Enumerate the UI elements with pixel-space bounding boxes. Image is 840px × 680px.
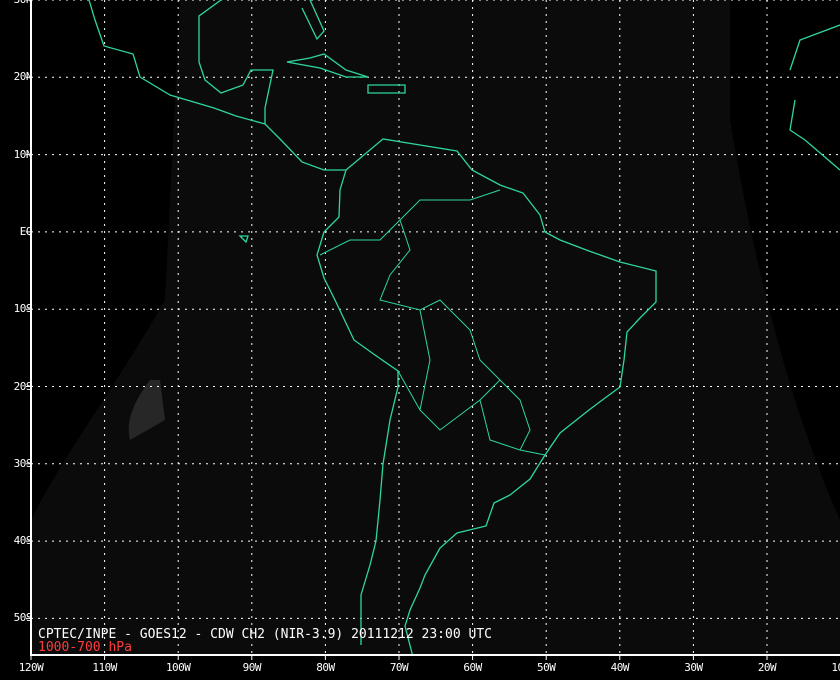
longitude-label: 110W [92, 661, 117, 674]
satellite-map [26, 0, 840, 660]
latitude-label: 50S [13, 611, 33, 625]
longitude-label: 20W [757, 661, 777, 674]
pressure-level-label: 1000-700 hPa [38, 640, 132, 655]
latitude-label: 10S [13, 302, 33, 316]
longitude-label: 80W [316, 661, 335, 674]
longitude-label: 100W [165, 661, 191, 674]
longitude-label: 70W [389, 661, 409, 674]
longitude-label: 10W [831, 661, 840, 674]
longitude-label: 30W [684, 661, 703, 674]
longitude-label: 50W [537, 661, 556, 674]
latitude-label: EQ [19, 224, 33, 238]
latitude-label: 30S [13, 456, 33, 470]
latitude-label: 10N [13, 147, 33, 161]
latitude-label: 30N [14, 0, 33, 6]
longitude-label: 90W [242, 661, 262, 674]
latitude-label: 20S [13, 379, 33, 393]
latitude-label: 20N [13, 70, 33, 84]
longitude-label: 40W [610, 661, 630, 674]
latitude-label: 40S [13, 534, 33, 548]
longitude-label: 120W [18, 661, 44, 674]
longitude-label: 60W [463, 661, 482, 674]
